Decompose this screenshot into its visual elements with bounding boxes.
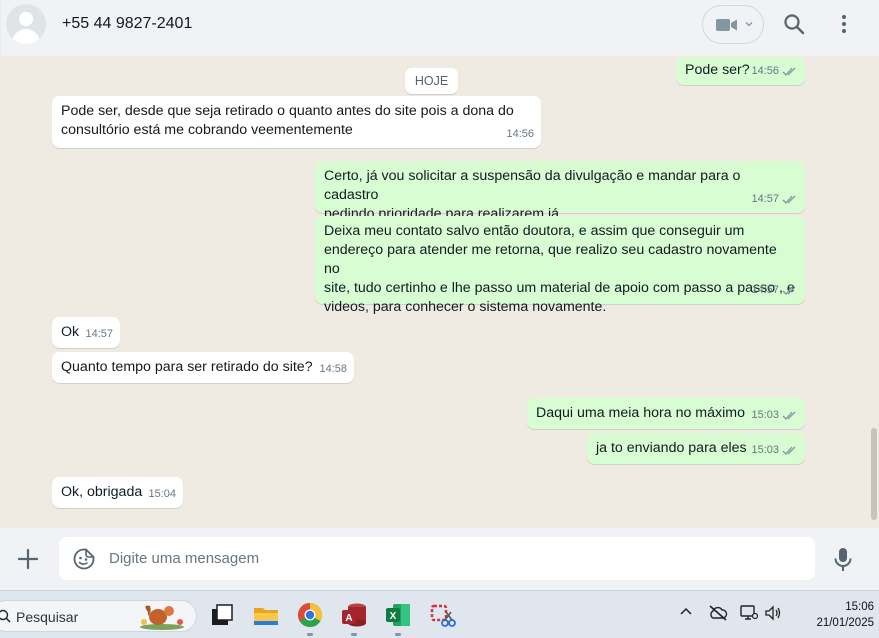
menu-icon[interactable] [832, 12, 856, 36]
message-time: 14:56 [751, 65, 779, 77]
chat-scrollbar[interactable] [871, 428, 877, 520]
svg-text:A: A [345, 613, 352, 624]
chevron-down-icon [745, 22, 753, 27]
file-explorer-icon[interactable] [252, 601, 280, 629]
chevron-up-icon[interactable] [679, 605, 693, 619]
message-text: Pode ser, desde que seja retirado o quan… [61, 103, 514, 138]
taskbar-search[interactable]: Pesquisar [0, 600, 197, 632]
read-ticks-icon [782, 67, 796, 76]
read-ticks-icon [782, 195, 796, 204]
message-meta: 14:58 [319, 360, 347, 379]
read-ticks-icon [782, 411, 796, 420]
message-time: 14:58 [319, 363, 347, 375]
system-clock[interactable]: 15:06 21/01/2025 [790, 599, 874, 631]
message-time: 14:57 [751, 284, 779, 296]
video-call-button[interactable] [702, 5, 764, 44]
message-meta: 15:03 [751, 406, 798, 425]
message-meta: 15:04 [148, 485, 176, 504]
app-running-indicator [395, 633, 401, 636]
message-meta: 14:56 [751, 62, 798, 81]
message-meta: 14:57 [85, 325, 113, 344]
message-text: Deixa meu contato salvo então doutora, e… [324, 223, 795, 315]
chrome-icon[interactable] [296, 601, 324, 629]
svg-text:X: X [390, 611, 397, 622]
message-meta: 14:57 [751, 281, 798, 300]
plus-icon[interactable] [16, 547, 40, 571]
access-icon[interactable]: A [340, 601, 368, 629]
message-outgoing[interactable]: Pode ser? 14:56 [676, 57, 805, 85]
cloud-offline-icon[interactable] [708, 605, 728, 621]
read-ticks-icon [782, 446, 796, 455]
contact-name[interactable]: +55 44 9827-2401 [62, 15, 192, 33]
windows-taskbar: Pesquisar A X 15:06 21/01/2025 [0, 590, 879, 638]
message-input[interactable] [109, 537, 789, 580]
message-time: 15:03 [751, 444, 779, 456]
message-outgoing[interactable]: Daqui uma meia hora no máximo 15:03 [527, 398, 805, 429]
message-text: Quanto tempo para ser retirado do site? [61, 359, 313, 375]
microphone-icon[interactable] [833, 547, 853, 573]
message-incoming[interactable]: Ok 14:57 [52, 317, 120, 348]
volume-icon[interactable] [764, 605, 782, 621]
message-meta: 14:56 [506, 125, 534, 144]
message-time: 14:57 [85, 328, 113, 340]
search-highlight-icon [140, 605, 184, 630]
taskbar-search-label: Pesquisar [16, 609, 79, 625]
read-ticks-icon [782, 286, 796, 295]
message-meta: 15:03 [751, 441, 798, 460]
video-call-icon [716, 19, 737, 31]
clock-date: 21/01/2025 [816, 617, 874, 629]
message-time: 14:57 [751, 193, 779, 205]
message-meta: 14:57 [751, 190, 798, 209]
message-incoming[interactable]: Ok, obrigada 15:04 [52, 477, 183, 508]
search-icon[interactable] [782, 12, 806, 36]
message-time: 15:04 [148, 488, 176, 500]
excel-icon[interactable]: X [384, 601, 412, 629]
message-incoming[interactable]: Quanto tempo para ser retirado do site? … [52, 352, 354, 383]
message-time: 15:03 [751, 409, 779, 421]
message-input-box[interactable] [59, 537, 815, 580]
message-outgoing[interactable]: ja to enviando para eles 15:03 [587, 433, 805, 464]
chat-header: +55 44 9827-2401 [0, 0, 879, 56]
task-view-icon[interactable] [208, 601, 236, 629]
message-incoming[interactable]: Pode ser, desde que seja retirado o quan… [52, 96, 541, 148]
message-list[interactable]: HOJE Pode ser? 14:56 Pode ser, desde que… [0, 56, 879, 528]
app-running-indicator [351, 633, 357, 636]
contact-avatar[interactable] [6, 4, 46, 44]
snipping-tool-icon[interactable] [428, 601, 456, 629]
day-separator: HOJE [405, 68, 458, 94]
message-time: 14:56 [506, 128, 534, 140]
message-outgoing[interactable]: Deixa meu contato salvo então doutora, e… [315, 216, 805, 315]
message-outgoing[interactable]: Certo, já vou solicitar a suspensão da d… [315, 161, 805, 222]
search-icon [0, 609, 11, 623]
clock-time: 15:06 [845, 601, 874, 613]
message-composer [0, 528, 879, 590]
sticker-icon[interactable] [73, 548, 95, 570]
app-running-indicator [307, 633, 313, 636]
network-icon[interactable] [740, 605, 758, 621]
